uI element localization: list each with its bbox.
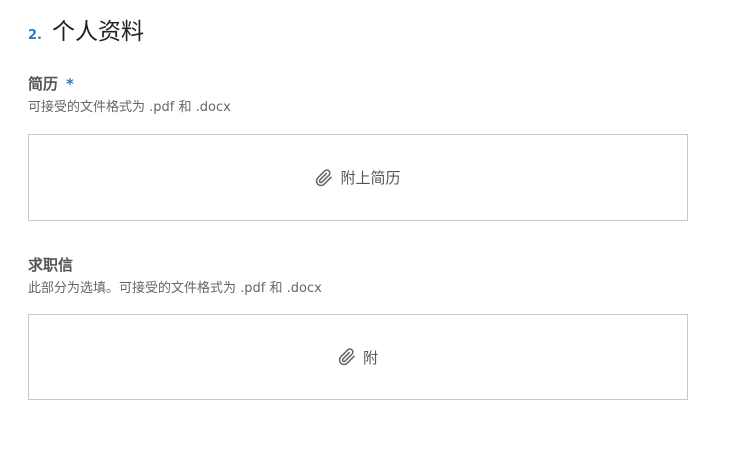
section-number: 2. xyxy=(28,28,42,43)
attach-cover-letter-content: 附 xyxy=(338,347,378,368)
cover-letter-label: 求职信 xyxy=(28,256,74,274)
resume-hint: 可接受的文件格式为 .pdf 和 .docx xyxy=(28,100,231,115)
attach-resume-label: 附上简历 xyxy=(340,169,401,187)
resume-label-row: 简历 * xyxy=(28,74,688,94)
paperclip-icon xyxy=(338,348,356,366)
cover-letter-field: 求职信 此部分为选填。可接受的文件格式为 .pdf 和 .docx 附 xyxy=(28,255,688,400)
attach-cover-letter-button[interactable]: 附 xyxy=(28,314,688,400)
resume-field: 简历 * 可接受的文件格式为 .pdf 和 .docx 附上简历 xyxy=(28,74,688,221)
attach-resume-button[interactable]: 附上简历 xyxy=(28,134,688,221)
paperclip-icon xyxy=(315,168,333,187)
cover-letter-hint: 此部分为选填。可接受的文件格式为 .pdf 和 .docx xyxy=(28,281,322,296)
resume-label: 简历 xyxy=(28,75,59,93)
attach-cover-letter-label: 附 xyxy=(362,348,378,367)
attach-resume-content: 附上简历 xyxy=(315,167,401,188)
required-mark: * xyxy=(66,75,74,93)
section-heading: 2. 个人资料 xyxy=(28,12,144,46)
section-title: 个人资料 xyxy=(51,19,144,45)
cover-letter-label-row: 求职信 xyxy=(28,255,688,275)
